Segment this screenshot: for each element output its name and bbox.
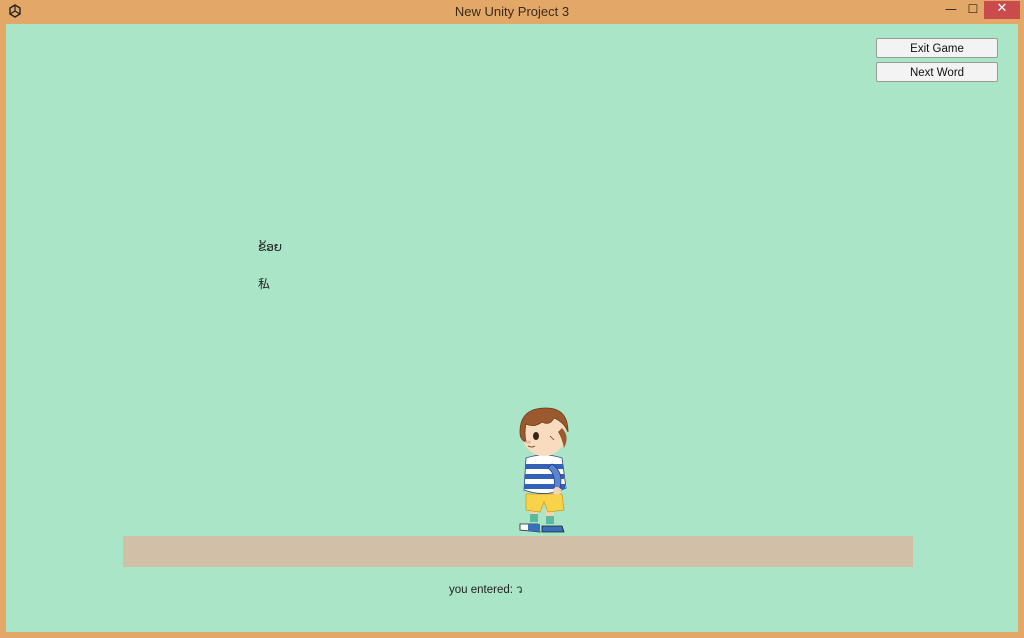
maximize-icon[interactable]: ☐	[962, 1, 984, 19]
target-word-japanese: 私	[258, 277, 271, 291]
entered-text-display: you entered: ว	[449, 584, 523, 596]
window-title: New Unity Project 3	[454, 4, 570, 19]
close-icon[interactable]: ✕	[984, 1, 1020, 19]
minimize-icon[interactable]: —	[940, 1, 962, 19]
game-viewport: Exit Game Next Word ຂ້ອຍ 私 you entered: …	[6, 24, 1018, 632]
target-word-lao: ຂ້ອຍ	[258, 240, 283, 254]
next-word-button[interactable]: Next Word	[876, 62, 998, 82]
ground-platform	[123, 536, 913, 567]
player-character-sprite	[519, 407, 569, 533]
exit-game-button[interactable]: Exit Game	[876, 38, 998, 58]
window-titlebar: New Unity Project 3 — ☐ ✕	[0, 0, 1024, 24]
